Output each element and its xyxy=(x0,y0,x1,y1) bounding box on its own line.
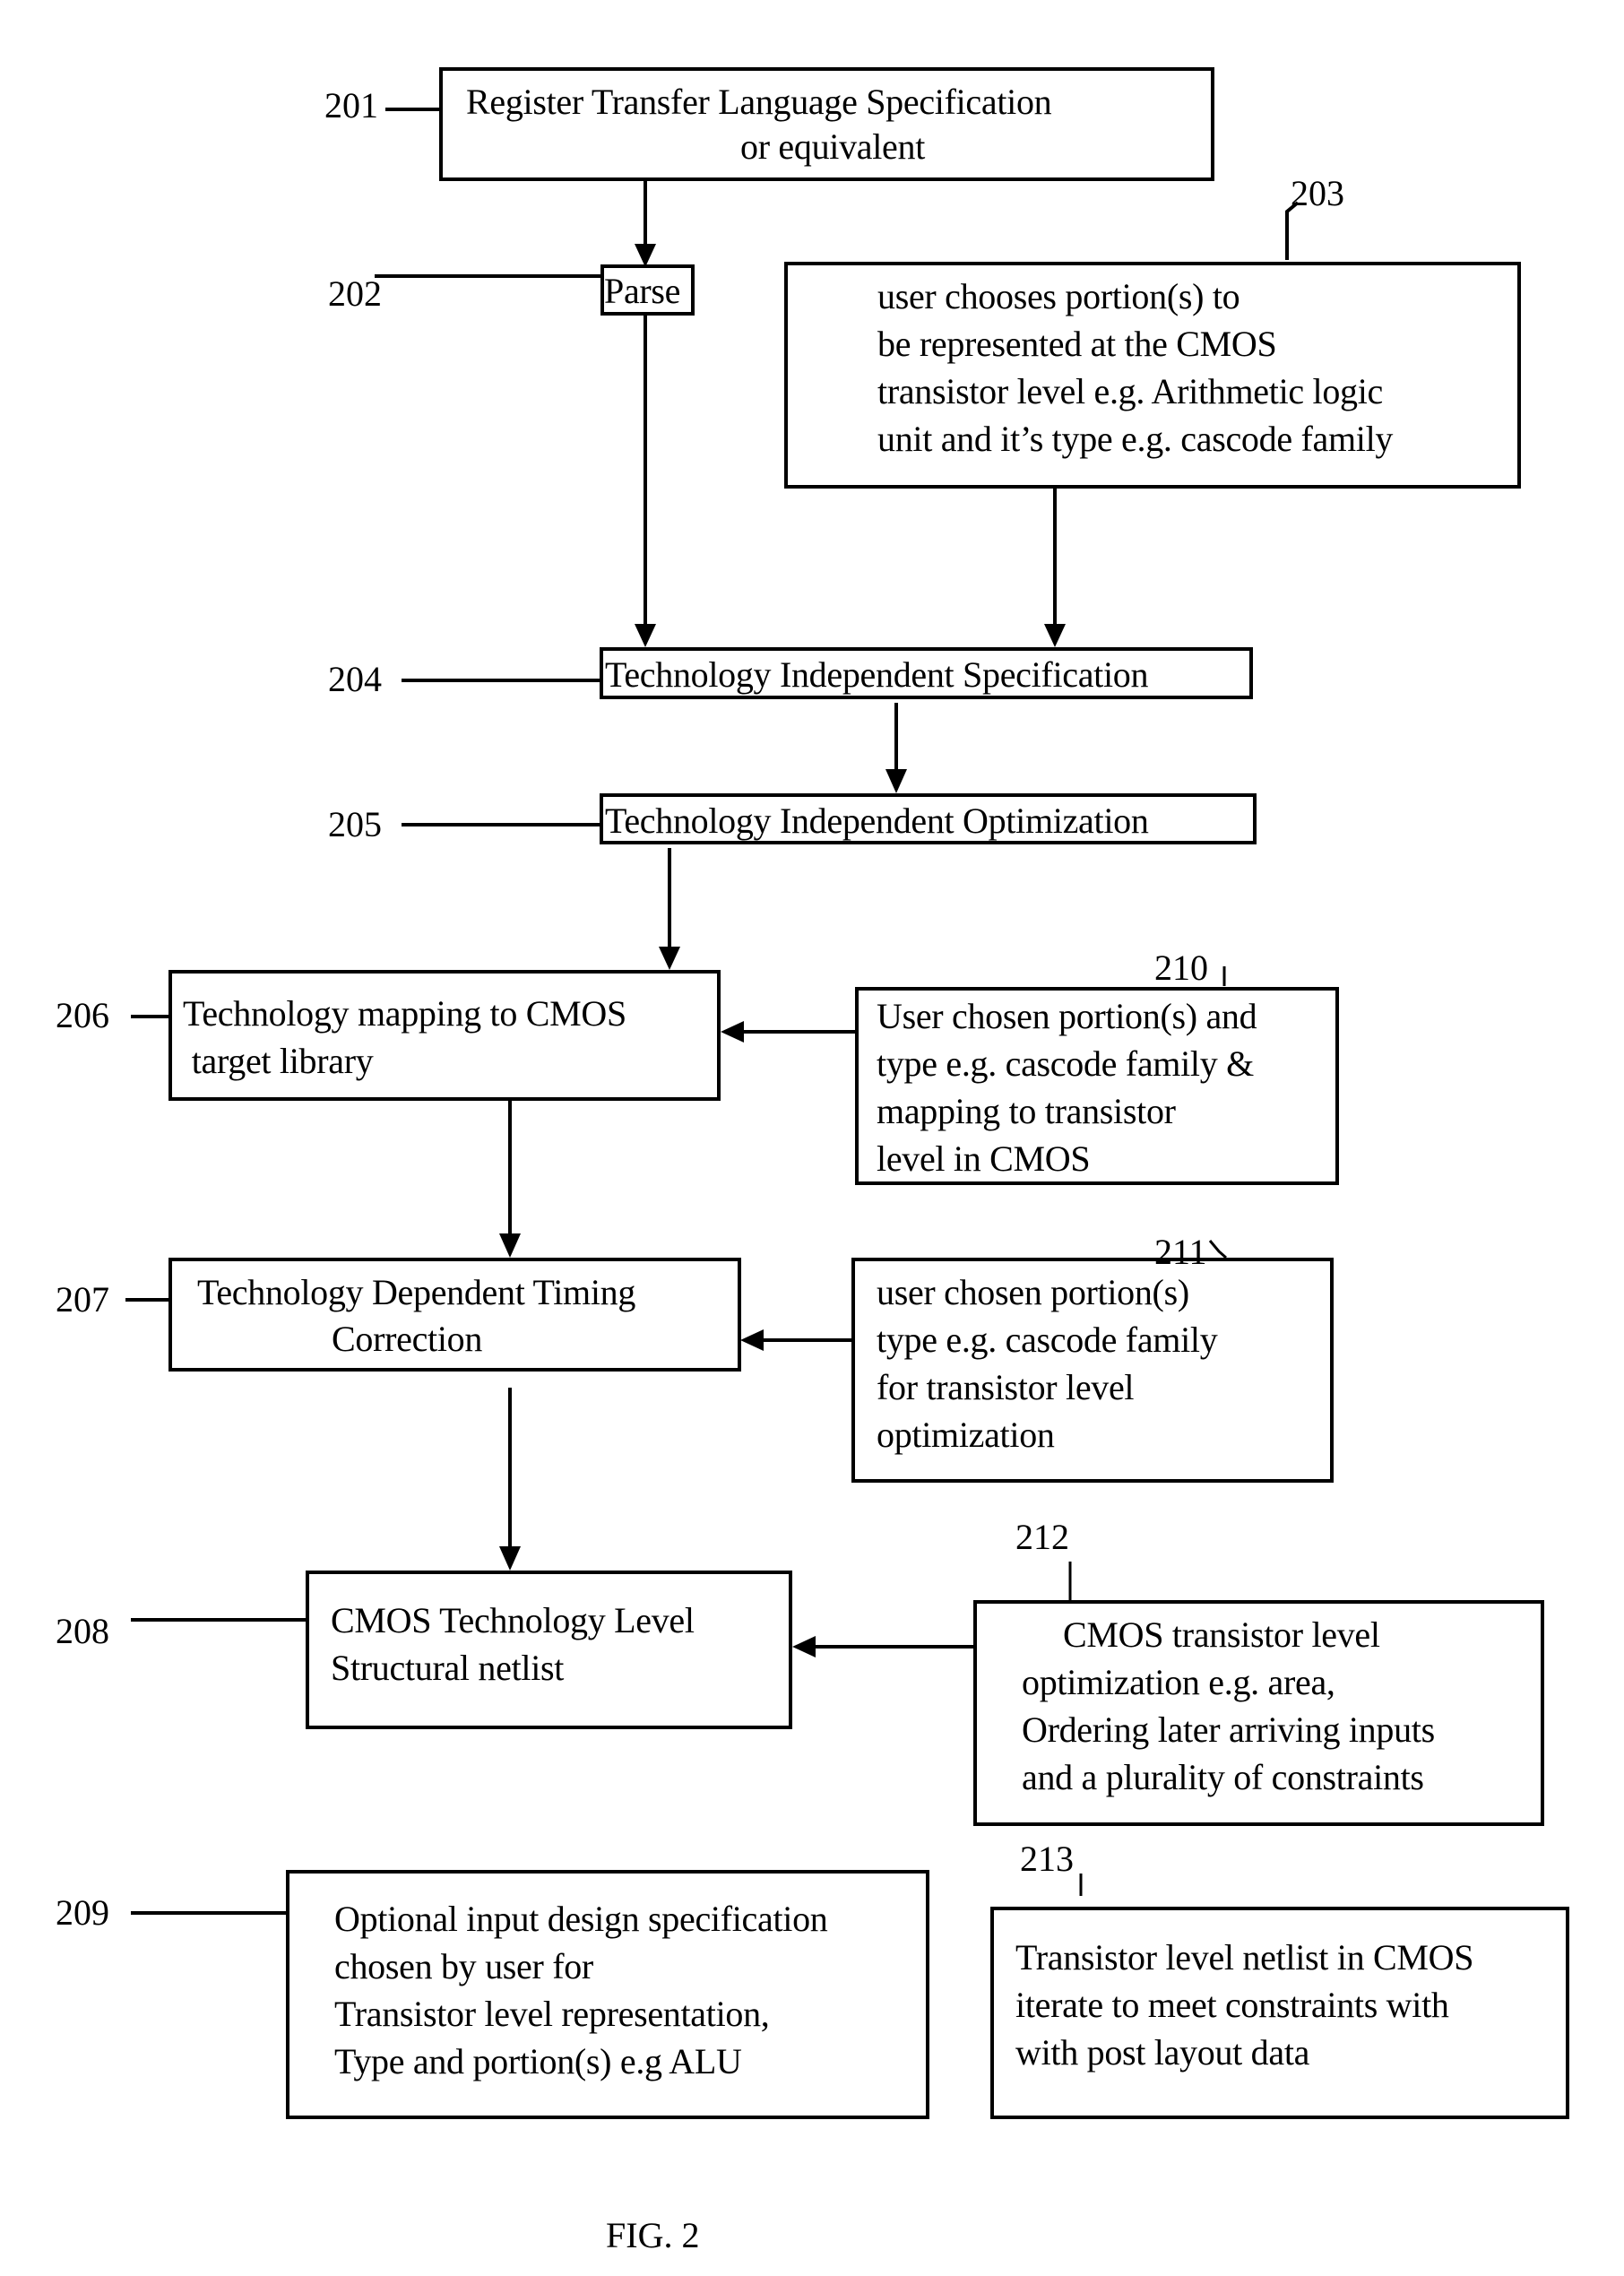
step-209-line-3: Transistor level representation, xyxy=(334,1994,770,2034)
arrowhead-204-205 xyxy=(885,769,907,793)
step-210-line-1: User chosen portion(s) and xyxy=(877,996,1257,1036)
step-211-line-4: optimization xyxy=(877,1415,1055,1455)
ref-203: 203 xyxy=(1291,173,1344,213)
arrowhead-203-204 xyxy=(1044,624,1066,647)
ref-210: 210 xyxy=(1154,948,1208,988)
ref-213: 213 xyxy=(1020,1839,1074,1879)
step-203-line-4: unit and it’s type e.g. cascode family xyxy=(877,419,1394,459)
ref-208: 208 xyxy=(56,1611,109,1651)
ref-209: 209 xyxy=(56,1892,109,1933)
step-207-line-1: Technology Dependent Timing xyxy=(197,1272,636,1312)
step-209-line-2: chosen by user for xyxy=(334,1946,593,1986)
arrowhead-212-208 xyxy=(792,1636,816,1657)
leader-211 xyxy=(1208,1240,1227,1259)
step-209-line-1: Optional input design specification xyxy=(334,1899,828,1939)
step-213-line-2: iterate to meet constraints with xyxy=(1015,1985,1449,2025)
arrowhead-207-208 xyxy=(499,1546,521,1571)
step-212-cmos-transistor-level-optimization: CMOS transistor level optimization e.g. … xyxy=(973,1600,1544,1826)
step-211-user-chosen-portions-optimization: user chosen portion(s) type e.g. cascode… xyxy=(851,1258,1334,1483)
step-203-line-1: user chooses portion(s) to xyxy=(877,276,1240,316)
step-204-label: Technology Independent Specification xyxy=(605,654,1149,695)
step-213-transistor-level-netlist: Transistor level netlist in CMOS iterate… xyxy=(990,1907,1569,2119)
ref-207: 207 xyxy=(56,1279,109,1320)
step-207-line-2: Correction xyxy=(332,1319,483,1359)
step-210-line-2: type e.g. cascode family & xyxy=(877,1043,1254,1084)
step-203-line-2: be represented at the CMOS xyxy=(877,324,1277,364)
step-209-optional-input-design-specification: Optional input design specification chos… xyxy=(286,1870,929,2119)
step-203-user-chooses-portions: user chooses portion(s) to be represente… xyxy=(784,262,1521,489)
step-211-line-2: type e.g. cascode family xyxy=(877,1320,1218,1360)
step-203-line-3: transistor level e.g. Arithmetic logic xyxy=(877,371,1384,411)
step-210-line-3: mapping to transistor xyxy=(877,1091,1176,1131)
step-211-line-3: for transistor level xyxy=(877,1367,1135,1407)
step-212-line-2: optimization e.g. area, xyxy=(1022,1662,1335,1702)
ref-212: 212 xyxy=(1015,1517,1069,1557)
step-210-line-4: level in CMOS xyxy=(877,1138,1091,1179)
step-208-line-2: Structural netlist xyxy=(331,1648,565,1688)
step-206-technology-mapping: Technology mapping to CMOS target librar… xyxy=(168,970,721,1101)
step-209-line-4: Type and portion(s) e.g ALU xyxy=(334,2041,742,2081)
step-211-line-1: user chosen portion(s) xyxy=(877,1272,1189,1312)
ref-202: 202 xyxy=(328,273,382,314)
ref-205: 205 xyxy=(328,804,382,844)
step-205-technology-independent-optimization: Technology Independent Optimization xyxy=(600,793,1257,844)
step-201-line-2: or equivalent xyxy=(740,126,926,167)
step-212-line-3: Ordering later arriving inputs xyxy=(1022,1709,1435,1750)
ref-204: 204 xyxy=(328,659,382,699)
ref-201: 201 xyxy=(324,85,378,125)
step-202-label: Parse xyxy=(604,271,681,311)
step-208-line-1: CMOS Technology Level xyxy=(331,1600,695,1640)
step-212-line-1: CMOS transistor level xyxy=(1063,1614,1380,1655)
step-207-technology-dependent-timing-correction: Technology Dependent Timing Correction xyxy=(168,1258,741,1372)
step-210-user-chosen-portions-mapping: User chosen portion(s) and type e.g. cas… xyxy=(855,987,1339,1185)
step-213-line-1: Transistor level netlist in CMOS xyxy=(1015,1937,1474,1977)
figure-caption: FIG. 2 xyxy=(606,2215,700,2255)
arrowhead-202-204 xyxy=(635,624,656,647)
arrowhead-211-207 xyxy=(740,1329,764,1351)
step-213-line-3: with post layout data xyxy=(1015,2032,1310,2073)
step-208-cmos-structural-netlist: CMOS Technology Level Structural netlist xyxy=(306,1571,792,1729)
step-201-rtl-specification: Register Transfer Language Specification… xyxy=(439,67,1214,181)
arrowhead-206-207 xyxy=(499,1233,521,1258)
step-202-parse: Parse xyxy=(600,264,695,316)
arrowhead-210-206 xyxy=(721,1021,744,1043)
step-212-line-4: and a plurality of constraints xyxy=(1022,1757,1424,1797)
arrowhead-205-206 xyxy=(659,947,680,970)
step-204-technology-independent-specification: Technology Independent Specification xyxy=(600,647,1253,699)
step-206-line-2: target library xyxy=(183,1041,374,1081)
step-205-label: Technology Independent Optimization xyxy=(605,800,1149,841)
ref-206: 206 xyxy=(56,995,109,1035)
step-206-line-1: Technology mapping to CMOS xyxy=(183,993,626,1034)
step-201-line-1: Register Transfer Language Specification xyxy=(466,82,1052,122)
